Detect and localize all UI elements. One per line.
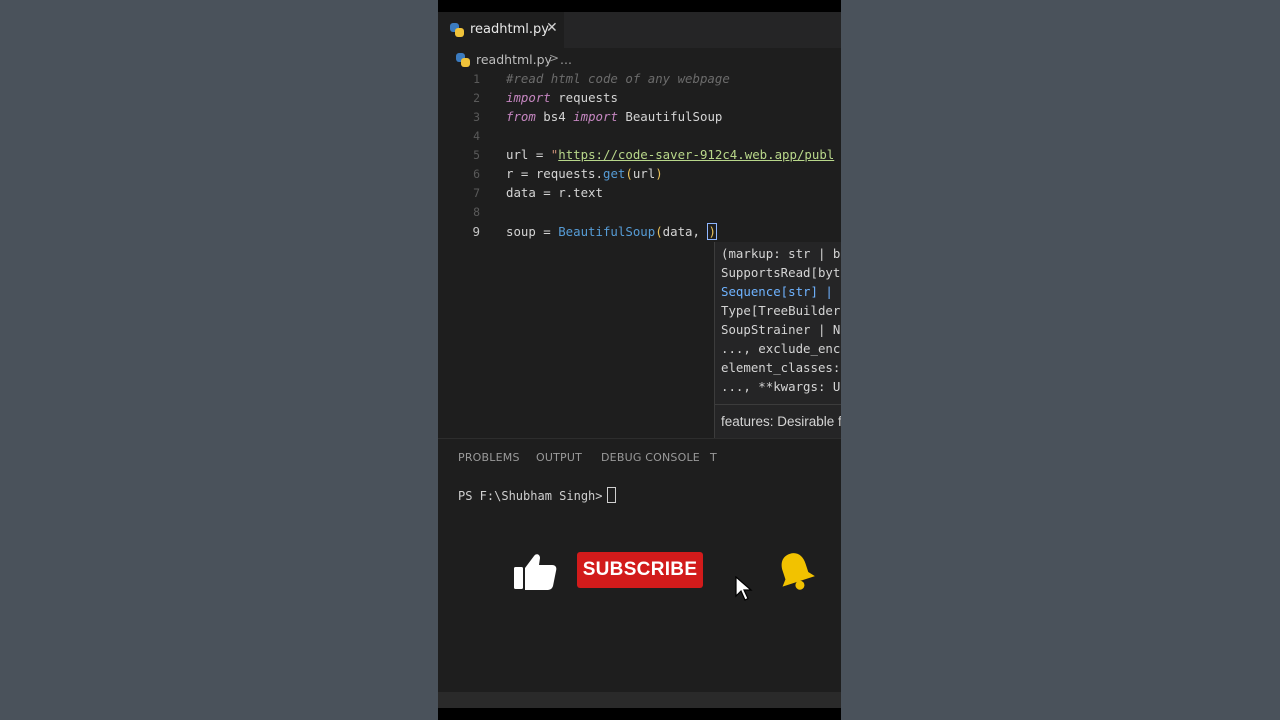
code-token: data, [662, 224, 708, 239]
chevron-right-icon: > [549, 51, 560, 65]
code-token: requests [550, 90, 618, 105]
thumbs-up-icon[interactable] [514, 553, 558, 591]
code-token: ( [655, 224, 663, 239]
code-line[interactable]: 4 [438, 127, 841, 146]
top-letterbox [438, 0, 841, 12]
tab-terminal[interactable]: T [710, 451, 717, 464]
line-number: 2 [473, 91, 480, 105]
python-file-icon [450, 23, 464, 37]
code-token: url [632, 166, 656, 181]
code-token: from [506, 109, 536, 124]
code-text: r = requests.get(url) [506, 166, 663, 181]
code-text: #read html code of any webpage [506, 71, 730, 86]
signature-line: element_classes: [721, 360, 841, 375]
code-text: soup = BeautifulSoup(data, ) [506, 223, 717, 240]
terminal-cursor [606, 487, 616, 503]
code-line[interactable]: 7 data = r.text [438, 184, 841, 203]
tab-problems[interactable]: PROBLEMS [458, 451, 520, 464]
code-token: import [573, 109, 618, 124]
code-line[interactable]: 8 [438, 203, 841, 222]
code-line[interactable]: 3 from bs4 import BeautifulSoup [438, 108, 841, 127]
right-background [841, 0, 1280, 720]
code-text: from bs4 import BeautifulSoup [506, 109, 722, 124]
code-line[interactable]: 6 r = requests.get(url) [438, 165, 841, 184]
line-number: 4 [473, 129, 480, 143]
signature-line: Type[TreeBuilder [721, 303, 841, 318]
terminal-prompt: PS F:\Shubham Singh> [458, 489, 603, 503]
line-number: 8 [473, 205, 480, 219]
code-line[interactable]: 9 soup = BeautifulSoup(data, ) [438, 222, 841, 241]
left-background [0, 0, 438, 720]
code-text: data = r.text [506, 185, 603, 200]
code-text: url = "https://code-saver-912c4.web.app/… [506, 147, 834, 162]
tab-debug-console[interactable]: DEBUG CONSOLE [601, 451, 700, 464]
signature-line: Sequence[str] | [721, 284, 841, 299]
line-number: 3 [473, 110, 480, 124]
code-token: https://code-saver-912c4.web.app/publ [558, 147, 835, 162]
code-line[interactable]: 1 #read html code of any webpage [438, 70, 841, 89]
signature-line: SoupStrainer | N [721, 322, 841, 337]
python-file-icon [456, 53, 470, 67]
code-token: r = requests. [506, 166, 603, 181]
breadcrumb: readhtml.py > ... [438, 48, 841, 72]
code-token: import [506, 90, 551, 105]
tab-readhtml[interactable]: readhtml.py ✕ [438, 12, 564, 48]
signature-line: SupportsRead[byt [721, 265, 841, 280]
code-token: ) [655, 166, 663, 181]
terminal-output[interactable]: PS F:\Shubham Singh> [458, 487, 616, 503]
bottom-letterbox [438, 708, 841, 720]
popup-divider [715, 404, 841, 405]
code-token: get [602, 166, 626, 181]
signature-line: (markup: str | b [721, 246, 841, 261]
line-number: 1 [473, 72, 480, 86]
subscribe-button[interactable]: SUBSCRIBE [577, 552, 703, 588]
close-icon[interactable]: ✕ [546, 20, 558, 36]
code-text: import requests [506, 90, 618, 105]
tab-label: readhtml.py [470, 22, 549, 37]
code-line[interactable]: 2 import requests [438, 89, 841, 108]
code-token: ( [625, 166, 633, 181]
breadcrumb-file[interactable]: readhtml.py [476, 52, 552, 67]
breadcrumb-more[interactable]: ... [560, 52, 572, 67]
status-bar [438, 692, 841, 708]
code-token: url = [506, 147, 551, 162]
code-token: data = r.text [506, 185, 603, 200]
code-token: BeautifulSoup [617, 109, 723, 124]
video-frame: readhtml.py ✕ readhtml.py > ... 1 #read h… [438, 0, 841, 720]
line-number: 9 [472, 224, 480, 239]
tab-output[interactable]: OUTPUT [536, 451, 582, 464]
line-number: 7 [473, 186, 480, 200]
bell-icon[interactable] [775, 550, 815, 592]
code-line[interactable]: 5 url = "https://code-saver-912c4.web.app… [438, 146, 841, 165]
line-number: 5 [473, 148, 480, 162]
doc-line: features: Desirable f [721, 414, 841, 429]
mouse-pointer-icon [735, 575, 753, 602]
code-token: #read html code of any webpage [506, 71, 730, 86]
signature-line: ..., **kwargs: U [721, 379, 841, 394]
editor-tab-bar: readhtml.py ✕ [438, 12, 841, 48]
signature-line: ..., exclude_enc [721, 341, 841, 356]
code-token: BeautifulSoup [558, 224, 656, 239]
line-number: 6 [473, 167, 480, 181]
code-token: soup = [506, 224, 559, 239]
code-token: bs4 [535, 109, 574, 124]
code-token: ) [707, 223, 717, 240]
